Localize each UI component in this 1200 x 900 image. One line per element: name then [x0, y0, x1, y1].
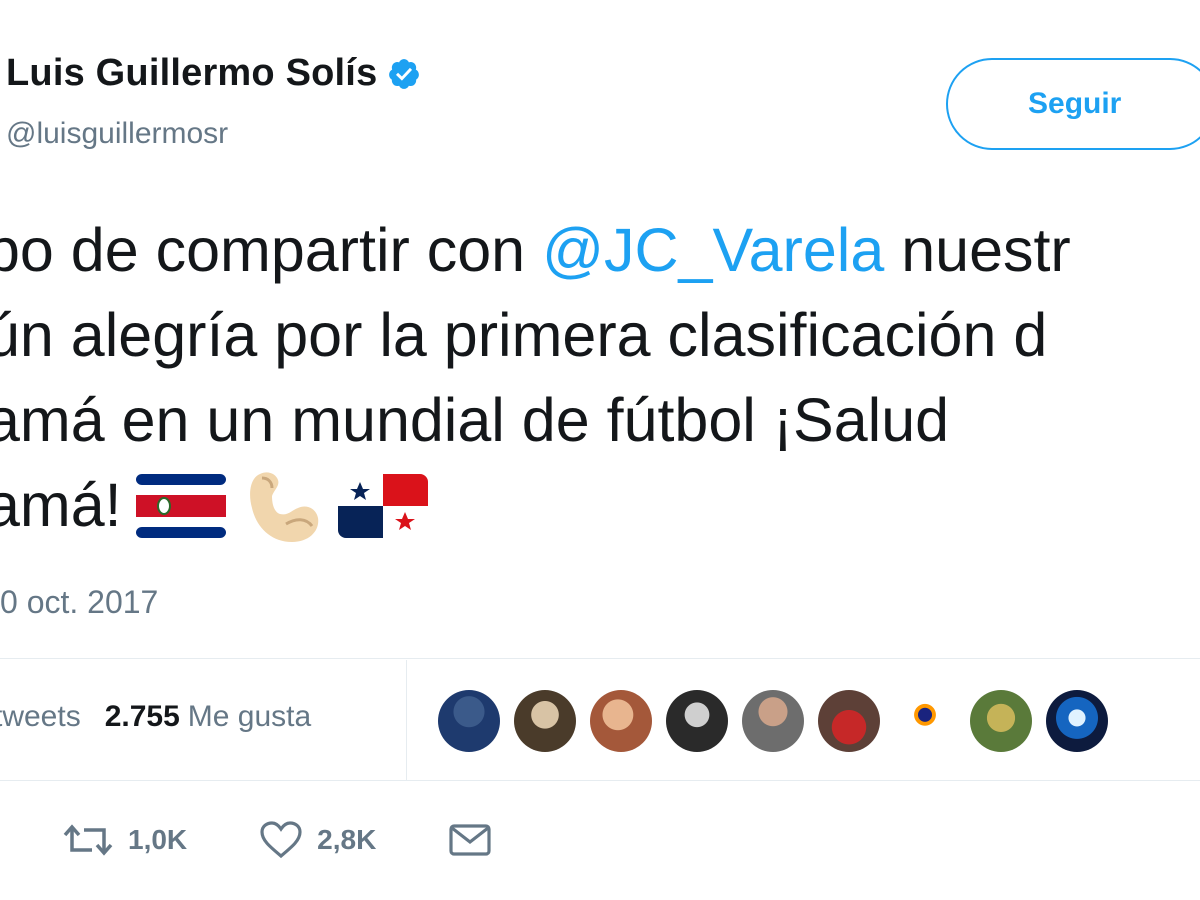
- likes-stat-label[interactable]: Me gusta: [188, 700, 311, 733]
- tweet-line-1: po de compartir con @JC_Varela nuestr: [0, 208, 1200, 293]
- tweet-page: Luis Guillermo Solís @luisguillermosr Se…: [0, 0, 1200, 900]
- liker-avatars: [438, 690, 1108, 752]
- flexed-biceps-icon: [249, 471, 318, 542]
- tweet-timestamp[interactable]: 0 oct. 2017: [0, 584, 158, 621]
- retweet-icon: [63, 824, 113, 856]
- tweet-line-4: amá!: [0, 463, 1200, 548]
- follow-button[interactable]: Seguir: [946, 58, 1200, 150]
- mention-link[interactable]: @JC_Varela: [542, 216, 884, 284]
- tweet-actions: 1,0K 2,8K: [62, 820, 578, 860]
- tweet-line-2: ún alegría por la primera clasificación …: [0, 301, 1048, 369]
- author-handle[interactable]: @luisguillermosr: [6, 117, 228, 151]
- author-display-name[interactable]: Luis Guillermo Solís: [6, 52, 377, 95]
- tweet-text-segment: po de compartir con: [0, 216, 543, 284]
- avatar[interactable]: [970, 690, 1032, 752]
- likes-stat-value[interactable]: 2.755: [105, 700, 180, 733]
- costa-rica-flag-icon: [135, 473, 226, 538]
- divider: [406, 660, 407, 780]
- like-button[interactable]: 2,8K: [259, 820, 376, 860]
- divider: [0, 658, 1200, 659]
- tweet-text-segment: nuestr: [884, 216, 1071, 284]
- avatar[interactable]: [590, 690, 652, 752]
- like-count: 2,8K: [317, 824, 377, 855]
- heart-icon: [260, 821, 302, 859]
- tweet-text: po de compartir con @JC_Varela nuestr ún…: [0, 208, 1200, 548]
- tweet-text-segment: amá!: [0, 471, 122, 539]
- tweet-line-3: amá en un mundial de fútbol ¡Salud: [0, 386, 950, 454]
- avatar[interactable]: [666, 690, 728, 752]
- divider: [0, 780, 1200, 781]
- avatar[interactable]: [1046, 690, 1108, 752]
- avatar[interactable]: [742, 690, 804, 752]
- avatar[interactable]: [438, 690, 500, 752]
- avatar[interactable]: [818, 690, 880, 752]
- panama-flag-icon: [337, 473, 428, 538]
- message-button[interactable]: [448, 822, 506, 858]
- retweet-button[interactable]: 1,0K: [62, 820, 187, 860]
- verified-badge-icon: [389, 58, 420, 89]
- avatar[interactable]: [514, 690, 576, 752]
- author-header: Luis Guillermo Solís: [6, 52, 421, 95]
- tweet-stats: tweets 2.755 Me gusta: [0, 700, 311, 734]
- retweets-stat-label[interactable]: tweets: [0, 700, 81, 733]
- envelope-icon: [449, 824, 491, 856]
- avatar[interactable]: [894, 690, 956, 752]
- retweet-count: 1,0K: [128, 824, 188, 855]
